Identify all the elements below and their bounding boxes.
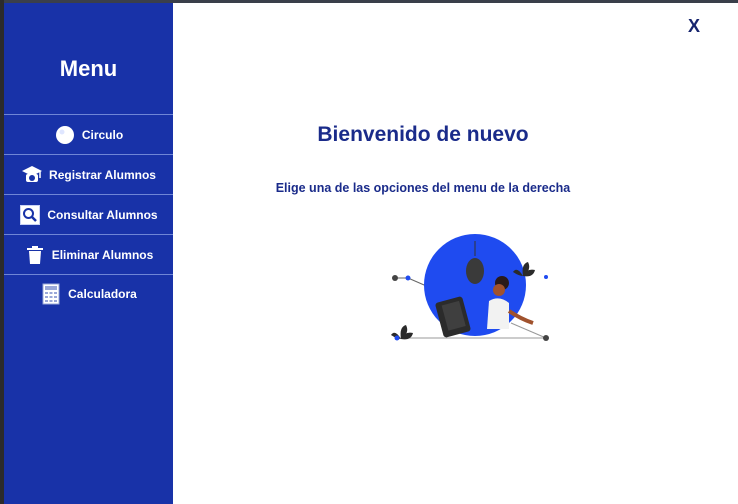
sidebar: Menu Circulo Registrar Alumnos Consultar… <box>4 3 173 504</box>
menu-item-label: Registrar Alumnos <box>49 167 156 182</box>
close-button[interactable]: X <box>688 16 700 37</box>
menu-item-calculadora[interactable]: Calculadora <box>4 274 173 314</box>
graduate-icon <box>21 164 43 186</box>
menu-item-label: Eliminar Alumnos <box>51 247 154 262</box>
menu-item-label: Consultar Alumnos <box>47 207 158 222</box>
menu-item-consultar-alumnos[interactable]: Consultar Alumnos <box>4 194 173 234</box>
app-window: Menu Circulo Registrar Alumnos Consultar… <box>4 3 738 504</box>
menu-item-registrar-alumnos[interactable]: Registrar Alumnos <box>4 154 173 194</box>
sidebar-title: Menu <box>59 56 118 81</box>
menu-item-circulo[interactable]: Circulo <box>4 114 173 154</box>
welcome-title: Bienvenido de nuevo <box>317 123 529 146</box>
main-content: X Bienvenido de nuevo Elige una de las o… <box>173 3 738 504</box>
welcome-subtitle: Elige una de las opciones del menu de la… <box>275 181 571 195</box>
menu-item-label: Calculadora <box>68 287 137 301</box>
reading-person-illustration <box>391 234 549 341</box>
menu-item-eliminar-alumnos[interactable]: Eliminar Alumnos <box>4 234 173 274</box>
circle-icon <box>54 124 76 146</box>
menu-item-label: Circulo <box>81 127 124 142</box>
search-icon <box>19 204 41 226</box>
trash-icon <box>24 244 46 266</box>
calculator-icon <box>40 283 62 305</box>
